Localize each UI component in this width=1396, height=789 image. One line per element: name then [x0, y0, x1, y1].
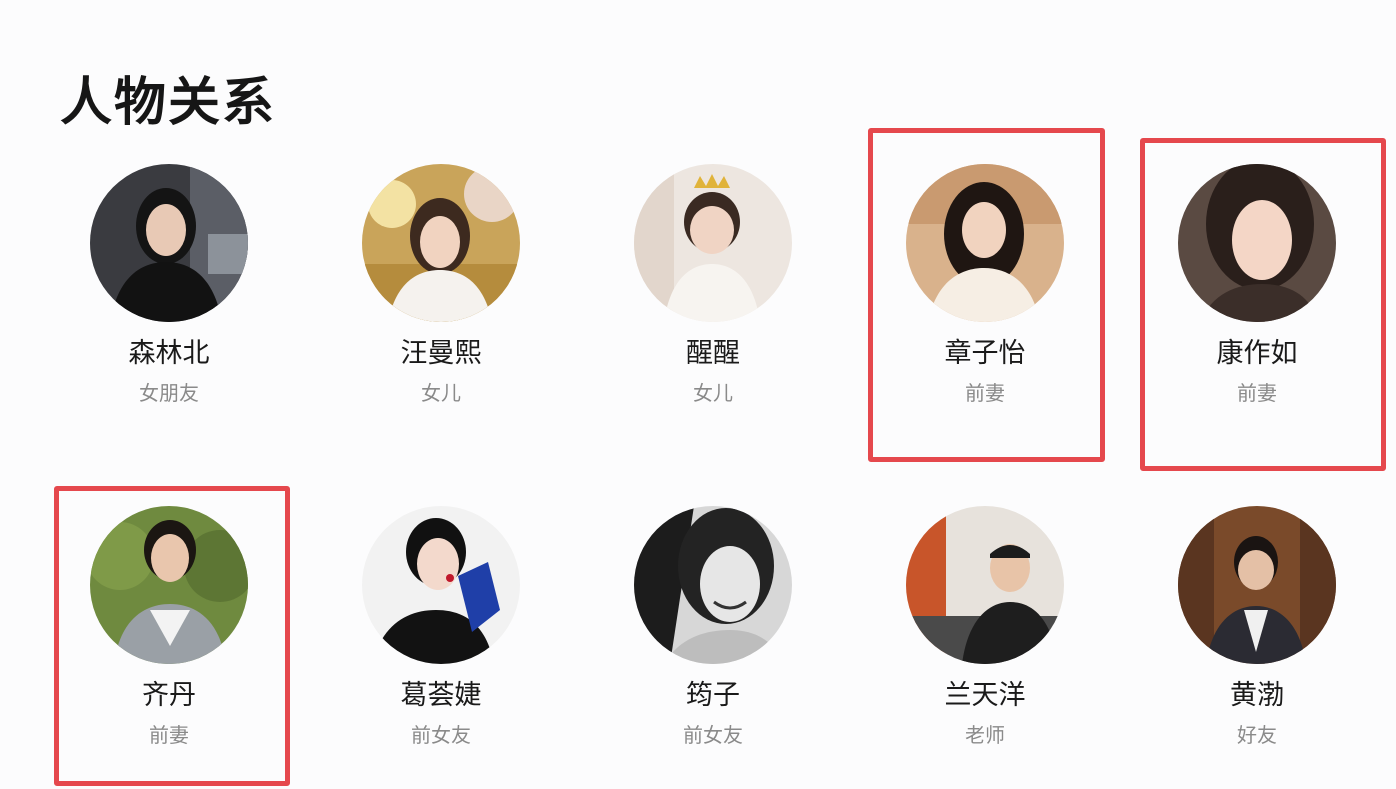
person-card-lantianyang[interactable]: 兰天洋 老师: [849, 490, 1121, 789]
person-card-gehuijie[interactable]: 葛荟婕 前女友: [305, 490, 577, 789]
person-card-wangmanxi[interactable]: 汪曼熙 女儿: [305, 148, 577, 448]
avatar[interactable]: [634, 506, 792, 664]
person-name: 汪曼熙: [400, 338, 482, 369]
portrait-photo-image: [362, 506, 520, 664]
portrait-photo-image: [362, 164, 520, 322]
person-name: 醒醒: [686, 338, 740, 369]
person-relation: 女儿: [693, 381, 733, 405]
portrait-photo-image: [634, 506, 792, 664]
person-name: 兰天洋: [944, 680, 1026, 711]
person-relation: 前女友: [411, 723, 471, 747]
avatar[interactable]: [362, 164, 520, 322]
highlight-box-zhangziyi: [868, 128, 1105, 462]
person-relation: 前女友: [683, 723, 743, 747]
person-card-huangbo[interactable]: 黄渤 好友: [1121, 490, 1393, 789]
portrait-photo-image: [634, 164, 792, 322]
portrait-photo-image: [90, 164, 248, 322]
portrait-photo-image: [1178, 506, 1336, 664]
person-name: 筠子: [686, 680, 740, 711]
person-relation: 女朋友: [139, 381, 199, 405]
avatar[interactable]: [1178, 506, 1336, 664]
person-card-xingxing[interactable]: 醒醒 女儿: [577, 148, 849, 448]
person-card-senlinbei[interactable]: 森林北 女朋友: [33, 148, 305, 448]
person-relations-page: 人物关系 森林北 女朋友 汪曼熙 女儿 醒醒 女儿 章子怡 前妻 康作如 前妻 …: [0, 0, 1396, 789]
person-name: 葛荟婕: [400, 680, 482, 711]
avatar[interactable]: [906, 506, 1064, 664]
person-card-junzi[interactable]: 筠子 前女友: [577, 490, 849, 789]
avatar[interactable]: [634, 164, 792, 322]
avatar[interactable]: [362, 506, 520, 664]
section-title: 人物关系: [60, 71, 277, 133]
portrait-photo-image: [906, 506, 1064, 664]
person-name: 黄渤: [1230, 680, 1284, 711]
person-name: 森林北: [128, 338, 210, 369]
highlight-box-qidan: [54, 486, 290, 786]
avatar[interactable]: [90, 164, 248, 322]
highlight-box-kangzuoru: [1140, 138, 1386, 471]
person-relation: 老师: [965, 723, 1005, 747]
person-relation: 好友: [1237, 723, 1277, 747]
person-relation: 女儿: [421, 381, 461, 405]
